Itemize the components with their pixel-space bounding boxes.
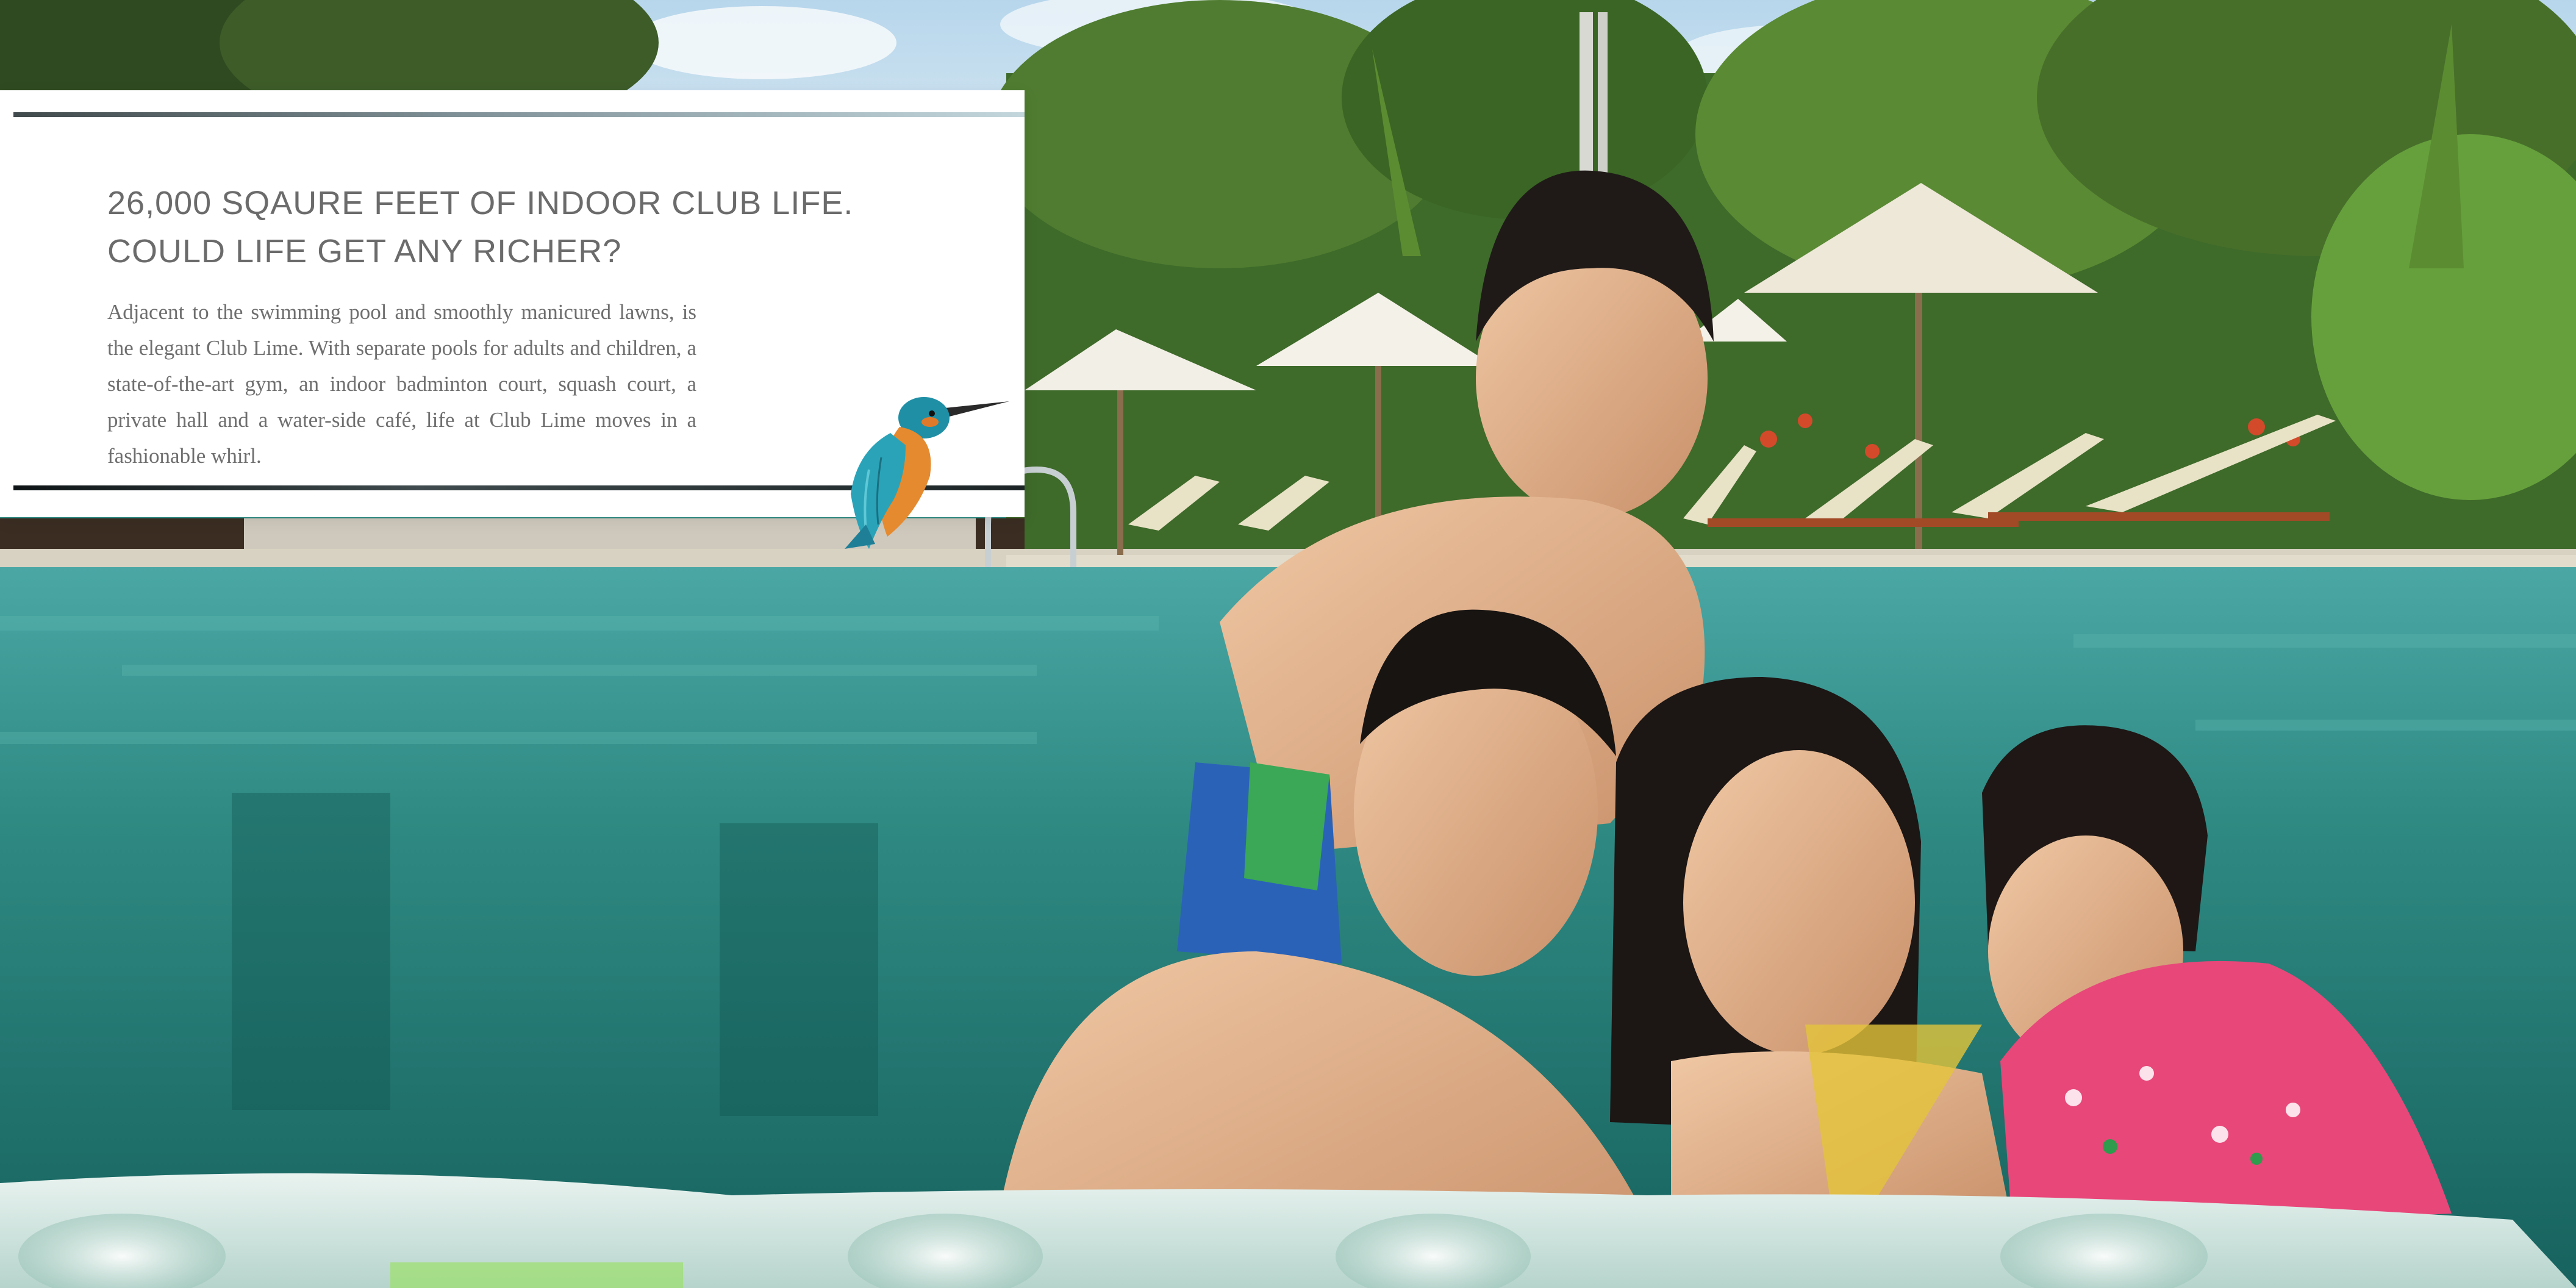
page-canvas: 26,000 SQAURE FEET OF INDOOR CLUB LIFE. … (0, 0, 2576, 1288)
panel-headline: 26,000 SQAURE FEET OF INDOOR CLUB LIFE. … (107, 179, 900, 276)
headline-line-2: COULD LIFE GET ANY RICHER? (107, 233, 622, 270)
kingfisher-illustration-icon (845, 397, 1009, 549)
panel-body-text: Adjacent to the swimming pool and smooth… (107, 300, 696, 468)
top-divider (13, 112, 1025, 117)
headline-line-1: 26,000 SQAURE FEET OF INDOOR CLUB LIFE. (107, 185, 854, 221)
